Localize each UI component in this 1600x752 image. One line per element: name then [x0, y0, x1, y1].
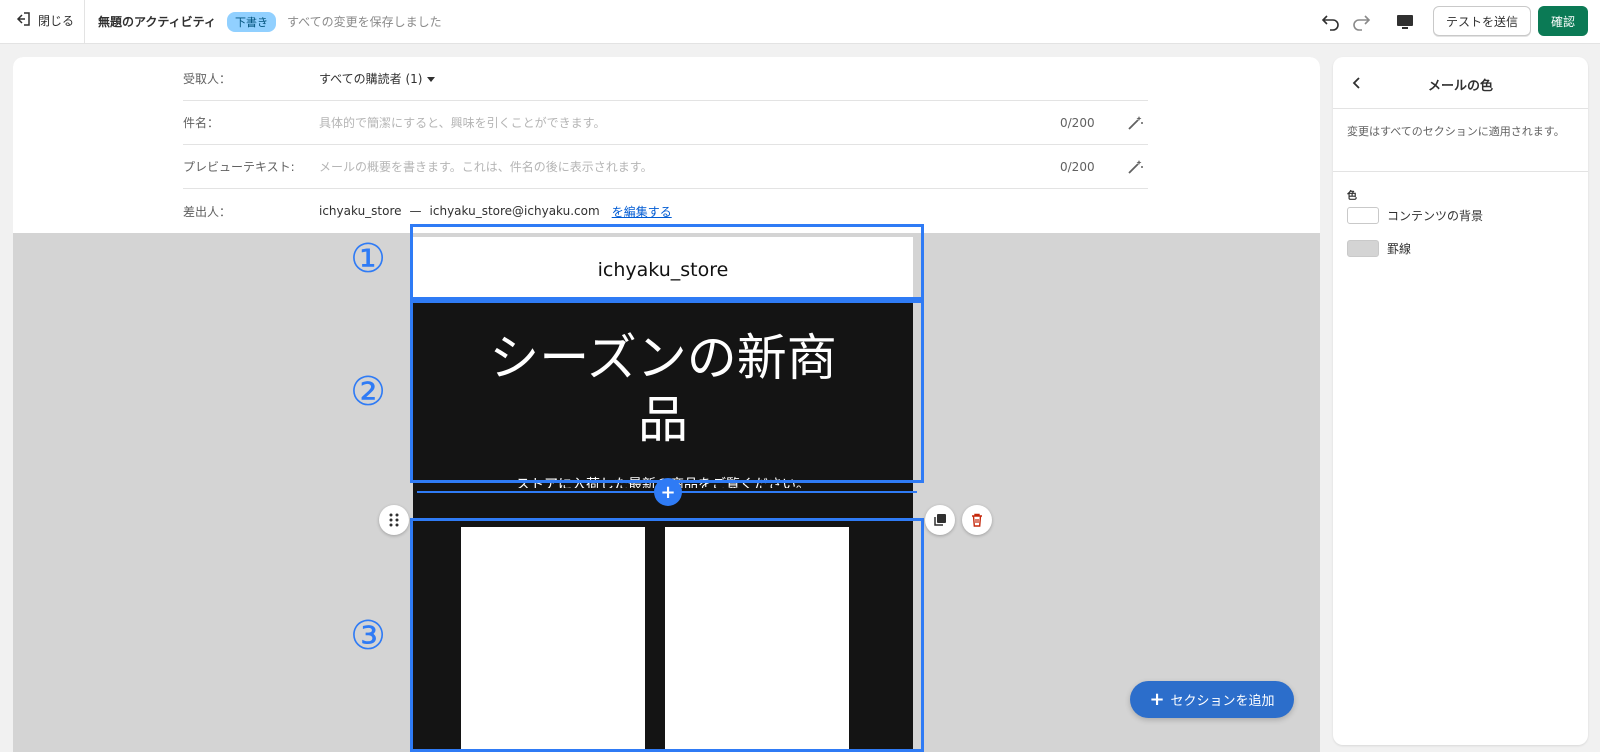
section-outline-products	[410, 518, 924, 752]
preview-label: プレビューテキスト:	[183, 160, 295, 174]
top-bar: 閉じる 無題のアクティビティ 下書き すべての変更を保存しました テストを送信 …	[0, 0, 1600, 44]
email-fields: 受取人： すべての購読者 (1) 件名： 具体的で簡潔にすると、興味を引くことが…	[13, 57, 1320, 233]
subject-input[interactable]: 具体的で簡潔にすると、興味を引くことができます。	[319, 114, 605, 131]
recipient-select[interactable]: すべての購読者 (1)	[319, 70, 435, 87]
color-option-border[interactable]: 罫線	[1347, 240, 1411, 257]
color-option-content-bg[interactable]: コンテンツの背景	[1347, 207, 1483, 224]
preview-input[interactable]: メールの概要を書きます。これは、件名の後に表示されます。	[319, 158, 653, 175]
color-swatch[interactable]	[1347, 240, 1379, 257]
section-outline-header	[410, 224, 924, 300]
caret-down-icon	[426, 77, 435, 82]
panel-note: 変更はすべてのセクションに適用されます。	[1347, 125, 1565, 138]
confirm-button[interactable]: 確認	[1538, 6, 1588, 36]
recipient-label: 受取人：	[183, 72, 232, 86]
add-section-label: セクションを追加	[1170, 694, 1275, 709]
magic-wand-icon[interactable]	[1126, 158, 1144, 176]
send-test-button[interactable]: テストを送信	[1433, 6, 1531, 36]
panel-header: メールの色	[1333, 57, 1588, 109]
annotation-number: ①	[350, 236, 386, 282]
sender-email: ichyaku_store@ichyaku.com	[429, 204, 600, 218]
divider	[1333, 171, 1588, 172]
panel-title: メールの色	[1427, 79, 1493, 94]
undo-icon[interactable]	[1320, 10, 1342, 32]
status-badge: 下書き	[227, 12, 276, 32]
magic-wand-icon[interactable]	[1126, 114, 1144, 132]
redo-icon[interactable]	[1350, 10, 1372, 32]
recipient-row: 受取人： すべての購読者 (1)	[183, 57, 1148, 101]
annotation-number: ②	[350, 369, 386, 415]
sender-name: ichyaku_store	[319, 204, 402, 218]
duplicate-button[interactable]	[925, 505, 955, 535]
insert-section-button[interactable]: +	[654, 478, 682, 506]
drag-handle-icon	[389, 513, 399, 527]
divider	[84, 0, 85, 44]
close-label: 閉じる	[38, 14, 75, 28]
color-heading: 色	[1347, 191, 1357, 202]
color-option-label: 罫線	[1387, 242, 1412, 256]
section-outline-hero	[410, 300, 924, 483]
drag-handle[interactable]	[379, 505, 409, 535]
delete-button[interactable]	[962, 505, 992, 535]
add-section-button[interactable]: + セクションを追加	[1130, 681, 1294, 718]
edit-sender-link[interactable]: を編集する	[612, 203, 672, 220]
preview-row: プレビューテキスト: メールの概要を書きます。これは、件名の後に表示されます。 …	[183, 145, 1148, 189]
sender-separator: —	[409, 204, 422, 218]
trash-icon	[972, 513, 982, 527]
sender-label: 差出人：	[183, 204, 232, 219]
color-option-label: コンテンツの背景	[1387, 209, 1484, 223]
subject-counter: 0/200	[1060, 115, 1095, 130]
document-title: 無題のアクティビティ	[98, 15, 216, 29]
plus-icon: +	[1149, 689, 1165, 710]
close-button[interactable]: 閉じる	[16, 12, 74, 29]
duplicate-icon	[934, 514, 946, 526]
subject-row: 件名： 具体的で簡潔にすると、興味を引くことができます。 0/200	[183, 101, 1148, 145]
annotation-number: ③	[350, 613, 386, 659]
subject-label: 件名：	[183, 116, 220, 130]
settings-panel: メールの色 変更はすべてのセクションに適用されます。 色 コンテンツの背景 罫線	[1333, 57, 1588, 745]
color-swatch[interactable]	[1347, 207, 1379, 224]
preview-counter: 0/200	[1060, 159, 1095, 174]
save-status: すべての変更を保存しました	[287, 15, 442, 29]
exit-icon	[16, 12, 30, 29]
desktop-preview-icon[interactable]	[1395, 12, 1415, 32]
